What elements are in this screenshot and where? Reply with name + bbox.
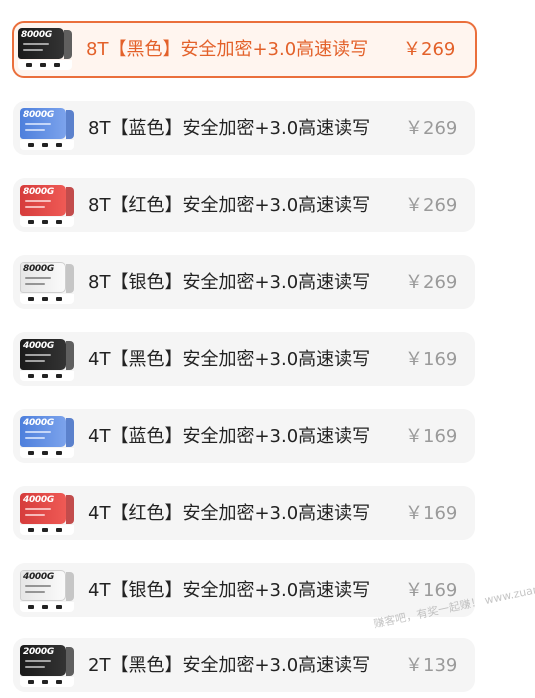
drive-side-graphic xyxy=(66,647,74,676)
option-name: 8T【红色】安全加密+3.0高速读写 xyxy=(88,195,371,216)
option-name: 8T【黑色】安全加密+3.0高速读写 xyxy=(86,39,369,60)
port-icon xyxy=(56,220,62,224)
port-icon xyxy=(42,220,48,224)
sku-option-4t-black[interactable]: 4000G 4T【黑色】安全加密+3.0高速读写 ￥169 xyxy=(13,332,475,386)
thumbnail-text-line xyxy=(25,283,45,285)
drive-side-graphic xyxy=(64,30,72,59)
thumbnail-text-line xyxy=(25,206,45,208)
thumbnail-text-line xyxy=(25,129,45,131)
port-icon xyxy=(42,680,48,684)
option-price: ￥269 xyxy=(403,39,456,60)
thumbnail-capacity: 4000G xyxy=(23,572,54,582)
drive-side-graphic xyxy=(66,187,74,216)
port-icon xyxy=(54,63,60,67)
port-icon xyxy=(28,680,34,684)
port-icon xyxy=(28,297,34,301)
port-icon xyxy=(42,374,48,378)
product-thumbnail: 4000G xyxy=(20,570,74,612)
option-price: ￥269 xyxy=(405,195,458,216)
port-icon xyxy=(28,528,34,532)
port-icon xyxy=(28,143,34,147)
port-icon xyxy=(28,605,34,609)
port-icon xyxy=(56,605,62,609)
product-thumbnail: 4000G xyxy=(20,339,74,381)
option-price: ￥169 xyxy=(405,426,458,447)
drive-side-graphic xyxy=(66,495,74,524)
option-name: 8T【蓝色】安全加密+3.0高速读写 xyxy=(88,118,371,139)
thumbnail-text-line xyxy=(25,360,45,362)
port-icon xyxy=(56,143,62,147)
option-name: 4T【红色】安全加密+3.0高速读写 xyxy=(88,503,371,524)
option-price: ￥169 xyxy=(405,349,458,370)
port-icon xyxy=(28,220,34,224)
product-thumbnail: 8000G xyxy=(20,108,74,150)
sku-option-8t-red[interactable]: 8000G 8T【红色】安全加密+3.0高速读写 ￥269 xyxy=(13,178,475,232)
thumbnail-text-line xyxy=(25,200,51,202)
drive-side-graphic xyxy=(66,418,74,447)
thumbnail-text-line xyxy=(25,666,45,668)
port-icon xyxy=(42,605,48,609)
sku-option-8t-blue[interactable]: 8000G 8T【蓝色】安全加密+3.0高速读写 ￥269 xyxy=(13,101,475,155)
thumbnail-capacity: 8000G xyxy=(23,110,54,120)
product-thumbnail: 8000G xyxy=(20,185,74,227)
port-icon xyxy=(56,528,62,532)
thumbnail-capacity: 8000G xyxy=(23,264,54,274)
drive-side-graphic xyxy=(66,341,74,370)
thumbnail-capacity: 4000G xyxy=(23,341,54,351)
sku-option-2t-black[interactable]: 2000G 2T【黑色】安全加密+3.0高速读写 ￥139 xyxy=(13,638,475,692)
sku-option-4t-blue[interactable]: 4000G 4T【蓝色】安全加密+3.0高速读写 ￥169 xyxy=(13,409,475,463)
thumbnail-text-line xyxy=(23,49,43,51)
thumbnail-text-line xyxy=(23,43,49,45)
thumbnail-text-line xyxy=(25,508,51,510)
port-icon xyxy=(42,528,48,532)
option-price: ￥169 xyxy=(405,503,458,524)
option-name: 8T【银色】安全加密+3.0高速读写 xyxy=(88,272,371,293)
sku-option-8t-black[interactable]: 8000G 8T【黑色】安全加密+3.0高速读写 ￥269 xyxy=(12,21,477,78)
thumbnail-text-line xyxy=(25,585,51,587)
sku-option-4t-red[interactable]: 4000G 4T【红色】安全加密+3.0高速读写 ￥169 xyxy=(13,486,475,540)
thumbnail-text-line xyxy=(25,660,51,662)
thumbnail-text-line xyxy=(25,277,51,279)
port-icon xyxy=(28,451,34,455)
product-thumbnail: 8000G xyxy=(20,262,74,304)
option-price: ￥269 xyxy=(405,272,458,293)
thumbnail-text-line xyxy=(25,514,45,516)
thumbnail-capacity: 4000G xyxy=(23,495,54,505)
thumbnail-capacity: 4000G xyxy=(23,418,54,428)
port-icon xyxy=(40,63,46,67)
thumbnail-capacity: 8000G xyxy=(23,187,54,197)
thumbnail-text-line xyxy=(25,431,51,433)
product-thumbnail: 8000G xyxy=(18,28,72,70)
option-name: 2T【黑色】安全加密+3.0高速读写 xyxy=(88,655,371,676)
port-icon xyxy=(42,297,48,301)
product-thumbnail: 4000G xyxy=(20,493,74,535)
sku-option-8t-silver[interactable]: 8000G 8T【银色】安全加密+3.0高速读写 ￥269 xyxy=(13,255,475,309)
option-name: 4T【蓝色】安全加密+3.0高速读写 xyxy=(88,426,371,447)
sku-option-list: 8000G 8T【黑色】安全加密+3.0高速读写 ￥269 8000G 8T【蓝… xyxy=(0,0,535,698)
port-icon xyxy=(56,297,62,301)
thumbnail-text-line xyxy=(25,591,45,593)
option-price: ￥269 xyxy=(405,118,458,139)
option-name: 4T【黑色】安全加密+3.0高速读写 xyxy=(88,349,371,370)
option-price: ￥139 xyxy=(405,655,458,676)
drive-side-graphic xyxy=(66,572,74,601)
port-icon xyxy=(56,680,62,684)
thumbnail-capacity: 2000G xyxy=(23,647,54,657)
port-icon xyxy=(42,143,48,147)
option-name: 4T【银色】安全加密+3.0高速读写 xyxy=(88,580,371,601)
port-icon xyxy=(42,451,48,455)
product-thumbnail: 2000G xyxy=(20,645,74,687)
thumbnail-text-line xyxy=(25,123,51,125)
drive-side-graphic xyxy=(66,264,74,293)
port-icon xyxy=(28,374,34,378)
thumbnail-capacity: 8000G xyxy=(21,30,52,40)
thumbnail-text-line xyxy=(25,354,51,356)
port-icon xyxy=(26,63,32,67)
thumbnail-text-line xyxy=(25,437,45,439)
product-thumbnail: 4000G xyxy=(20,416,74,458)
drive-side-graphic xyxy=(66,110,74,139)
port-icon xyxy=(56,374,62,378)
port-icon xyxy=(56,451,62,455)
